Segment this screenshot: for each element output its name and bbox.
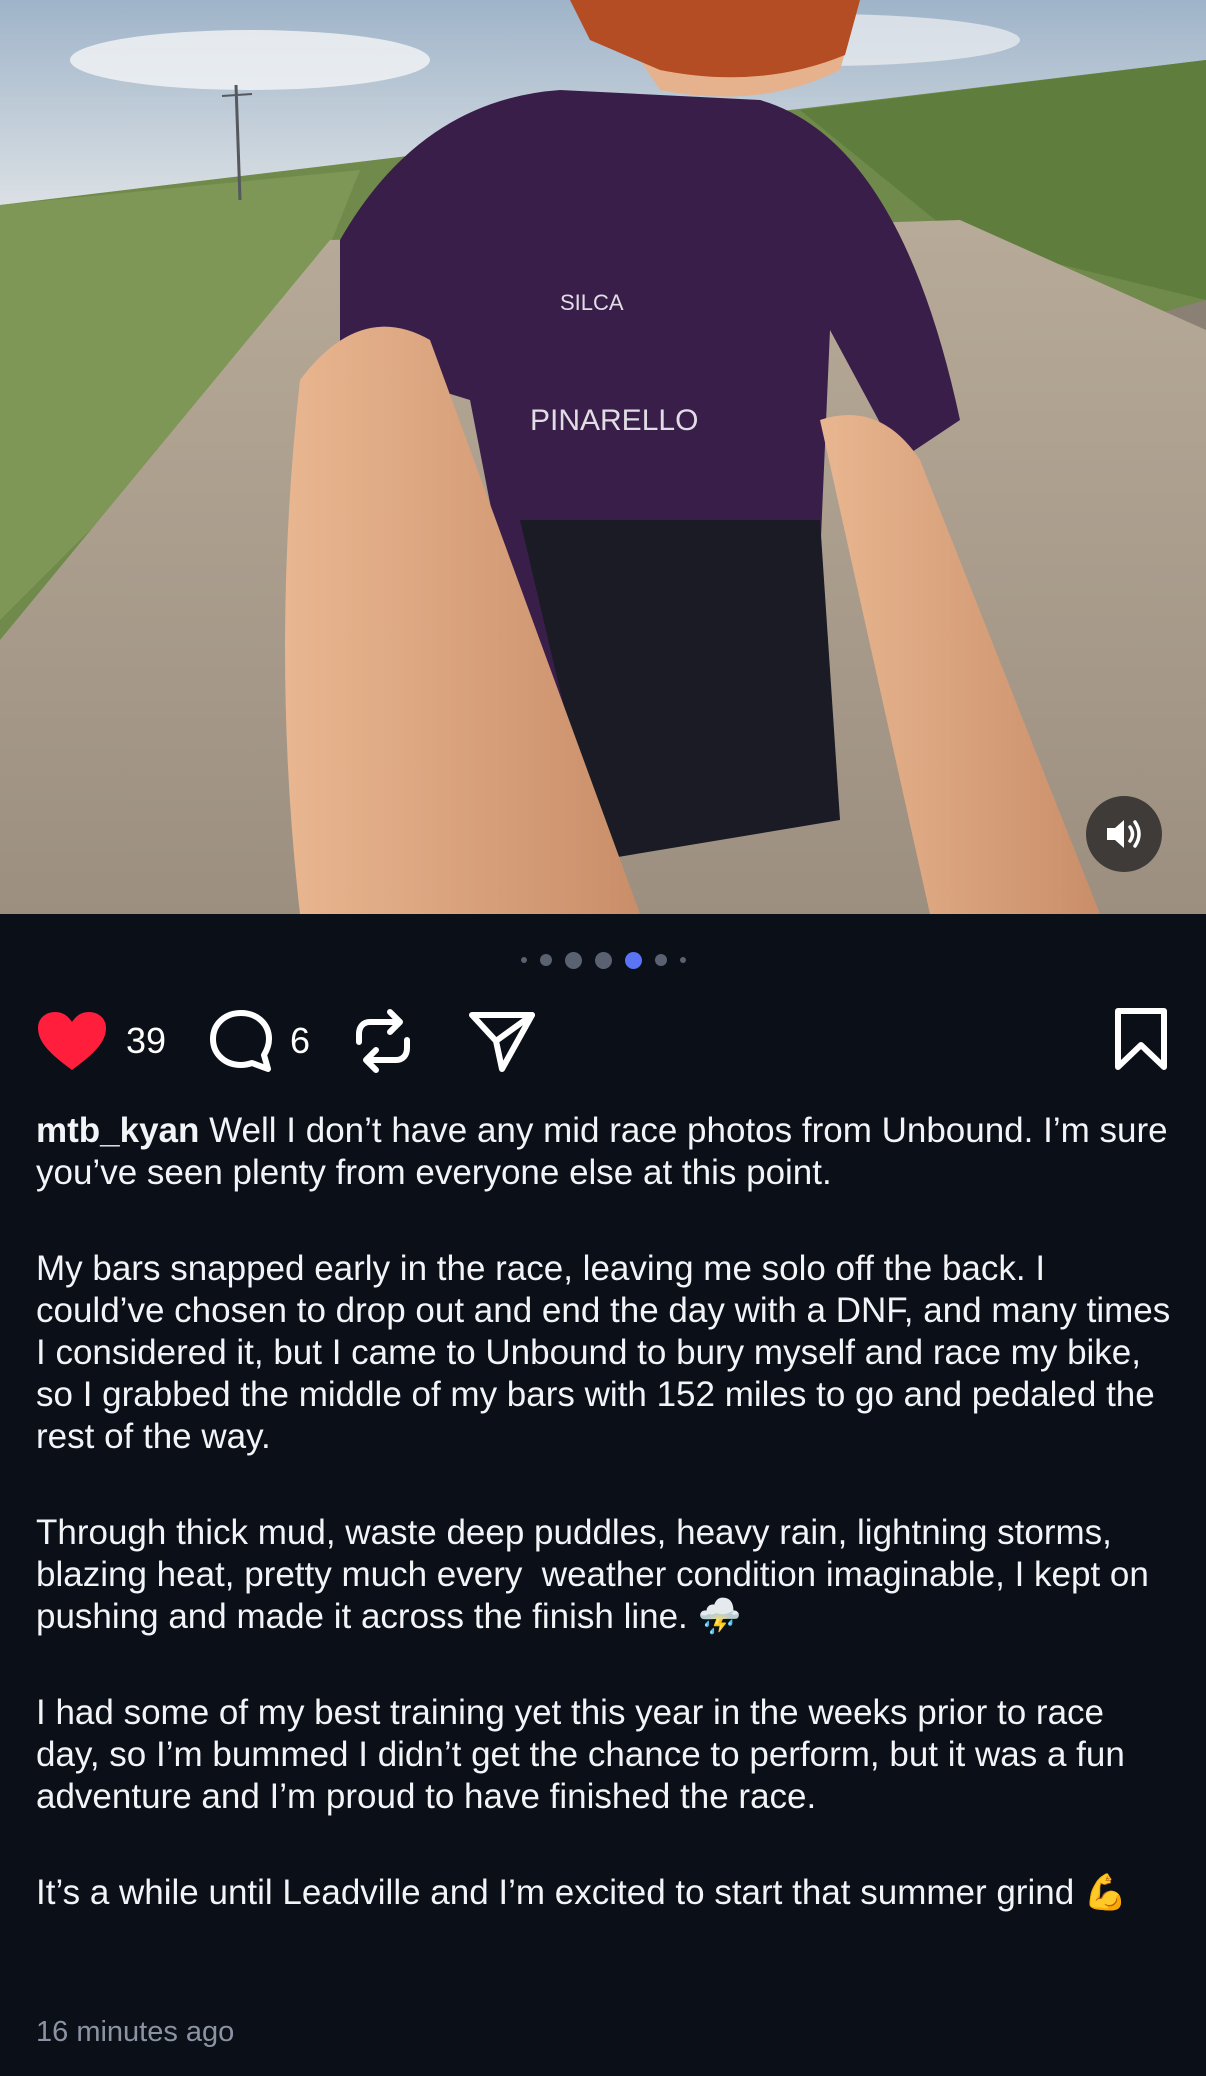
carousel-dot[interactable]	[539, 954, 552, 966]
carousel-dot[interactable]	[520, 957, 527, 963]
repost-button[interactable]	[354, 1008, 412, 1074]
bookmark-icon	[1115, 1007, 1167, 1070]
caption-paragraph: I had some of my best training yet this …	[36, 1693, 1135, 1816]
repost-arrows-icon	[356, 1009, 411, 1073]
caption-paragraph: My bars snapped early in the race, leavi…	[36, 1249, 1181, 1456]
comment-count: 6	[290, 1020, 311, 1061]
carousel-indicator	[0, 948, 1206, 972]
speech-bubble-icon	[210, 1010, 273, 1072]
caption-text: Well I don’t have any mid race photos fr…	[36, 1111, 1178, 1192]
svg-text:PINARELLO: PINARELLO	[530, 404, 698, 437]
like-button[interactable]: 39	[36, 1010, 166, 1072]
caption-paragraph: Through thick mud, waste deep puddles, h…	[36, 1513, 1159, 1636]
post-caption: mtb_kyan Well I don’t have any mid race …	[36, 1110, 1176, 1968]
speaker-icon	[1107, 820, 1141, 848]
caption-paragraph: mtb_kyan Well I don’t have any mid race …	[36, 1110, 1176, 1194]
share-button[interactable]	[468, 1009, 536, 1073]
post-timestamp: 16 minutes ago	[36, 2016, 235, 2048]
carousel-dot[interactable]	[594, 951, 612, 969]
sound-toggle-button[interactable]	[1086, 796, 1162, 872]
carousel-dot-active[interactable]	[624, 951, 642, 969]
paper-plane-icon	[469, 1012, 536, 1072]
comment-button[interactable]: 6	[208, 1008, 310, 1074]
carousel-dot[interactable]	[564, 951, 582, 969]
post-action-bar: 39 6	[36, 1006, 1170, 1076]
like-count: 39	[126, 1020, 167, 1061]
author-username[interactable]: mtb_kyan	[36, 1111, 199, 1150]
heart-filled-icon	[38, 1012, 106, 1070]
post-media[interactable]: SILCA PINARELLO	[0, 0, 1206, 914]
cyclist-photo: SILCA PINARELLO	[0, 0, 1206, 914]
carousel-dot[interactable]	[679, 957, 686, 963]
svg-text:SILCA: SILCA	[560, 290, 624, 315]
save-button[interactable]	[1112, 1007, 1170, 1076]
carousel-dot[interactable]	[654, 954, 667, 966]
caption-paragraph: It’s a while until Leadville and I’m exc…	[36, 1873, 1128, 1912]
